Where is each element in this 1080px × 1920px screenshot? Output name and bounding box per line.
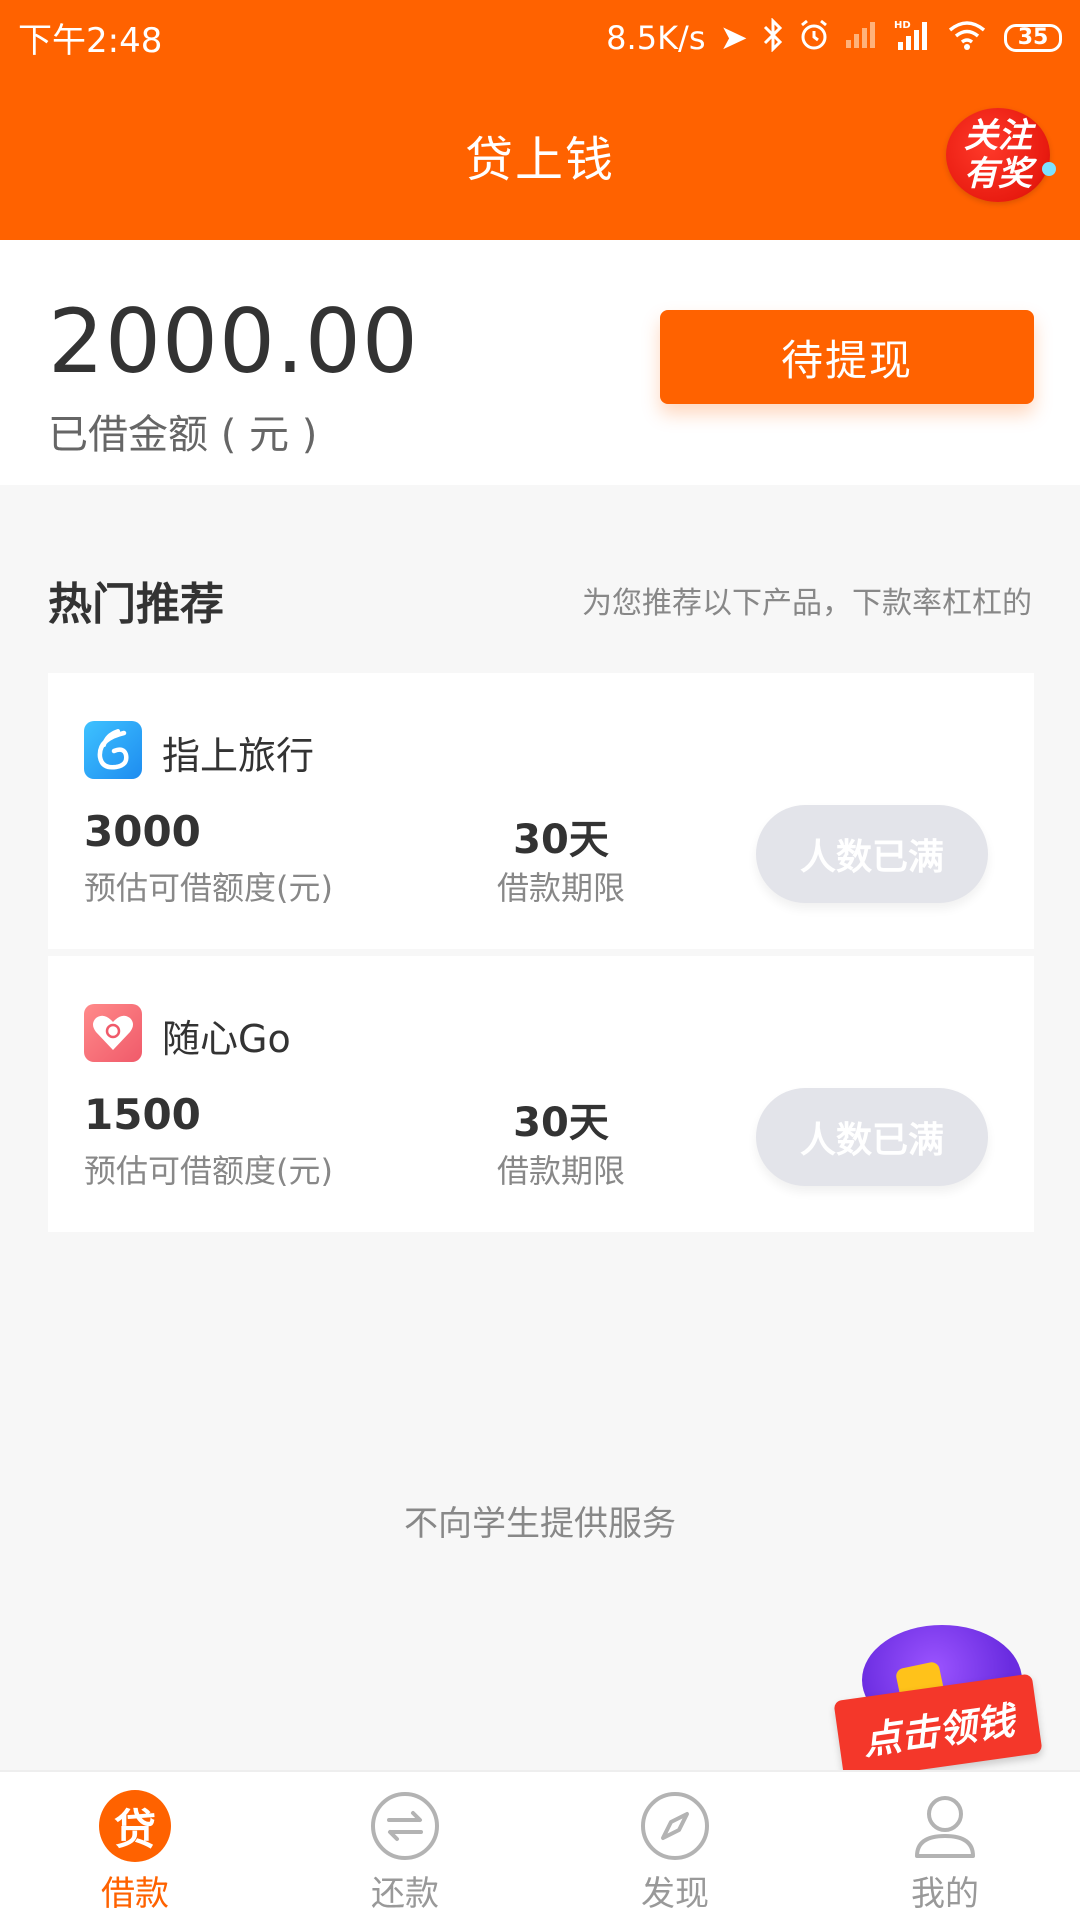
status-time: 下午2:48 xyxy=(18,21,163,61)
withdraw-button[interactable]: 待提现 xyxy=(660,310,1034,404)
bottom-nav: 贷 借款 还款 发现 我的 xyxy=(0,1770,1080,1920)
heart-app-icon xyxy=(84,1004,142,1062)
loan-icon-glyph: 贷 xyxy=(99,1790,171,1862)
product-term-label: 借款期限 xyxy=(496,1152,625,1190)
nav-label-discover: 发现 xyxy=(641,1874,709,1914)
borrowed-amount: 2000.00 xyxy=(48,290,419,393)
product-limit-label: 预估可借额度(元) xyxy=(84,869,333,907)
follow-badge-line2: 有奖 xyxy=(964,154,1032,194)
nav-label-mine: 我的 xyxy=(911,1874,979,1914)
loan-icon: 贷 xyxy=(99,1790,171,1862)
claim-money-promo[interactable]: 点击领钱 xyxy=(833,1625,1050,1781)
loan-summary: 2000.00 已借金额 ( 元 ) 待提现 xyxy=(0,240,1080,485)
signal-hd-icon: HD xyxy=(894,18,934,58)
nav-item-mine[interactable]: 我的 xyxy=(810,1772,1080,1920)
nav-label-repay: 还款 xyxy=(371,1874,439,1914)
section-subtitle: 为您推荐以下产品，下款率杠杠的 xyxy=(582,586,1032,621)
borrowed-amount-label: 已借金额 ( 元 ) xyxy=(48,412,318,458)
user-icon xyxy=(909,1790,981,1862)
quota-full-button[interactable]: 人数已满 xyxy=(756,805,988,903)
product-card[interactable]: 指上旅行 3000 预估可借额度(元) 30天 借款期限 人数已满 xyxy=(48,673,1034,949)
status-icons: 8.5K/s ➤ HD 35 xyxy=(606,16,1062,58)
compass-icon xyxy=(639,1790,711,1862)
product-limit: 1500 xyxy=(84,1090,201,1139)
nav-item-loan[interactable]: 贷 借款 xyxy=(0,1772,270,1920)
nav-item-discover[interactable]: 发现 xyxy=(540,1772,810,1920)
location-icon: ➤ xyxy=(719,17,749,58)
app-header: 下午2:48 8.5K/s ➤ HD 35 贷上钱 关注 有奖 xyxy=(0,0,1080,240)
battery-icon: 35 xyxy=(1004,23,1062,52)
signal-weak-icon xyxy=(844,20,880,56)
product-name: 指上旅行 xyxy=(162,734,315,778)
follow-badge-line1: 关注 xyxy=(964,116,1032,156)
product-name: 随心Go xyxy=(162,1017,291,1061)
alarm-icon xyxy=(798,19,830,57)
section-title: 热门推荐 xyxy=(48,579,224,630)
wifi-icon xyxy=(948,20,986,56)
product-term: 30天 xyxy=(513,1100,609,1146)
product-limit-label: 预估可借额度(元) xyxy=(84,1152,333,1190)
svg-text:HD: HD xyxy=(894,20,911,31)
quota-full-button[interactable]: 人数已满 xyxy=(756,1088,988,1186)
repay-icon xyxy=(369,1790,441,1862)
product-term-label: 借款期限 xyxy=(496,869,625,907)
badge-dot-icon xyxy=(1042,162,1056,176)
product-limit: 3000 xyxy=(84,807,201,856)
product-card[interactable]: 随心Go 1500 预估可借额度(元) 30天 借款期限 人数已满 xyxy=(48,956,1034,1232)
follow-reward-badge[interactable]: 关注 有奖 xyxy=(946,108,1056,202)
bluetooth-icon xyxy=(762,16,784,58)
status-bar: 下午2:48 8.5K/s ➤ HD 35 xyxy=(0,0,1080,75)
product-term: 30天 xyxy=(513,817,609,863)
no-students-notice: 不向学生提供服务 xyxy=(404,1504,676,1544)
network-speed: 8.5K/s xyxy=(606,18,706,57)
nav-label-loan: 借款 xyxy=(101,1874,169,1914)
nav-item-repay[interactable]: 还款 xyxy=(270,1772,540,1920)
page-title: 贷上钱 xyxy=(464,132,615,188)
travel-app-icon xyxy=(84,721,142,779)
